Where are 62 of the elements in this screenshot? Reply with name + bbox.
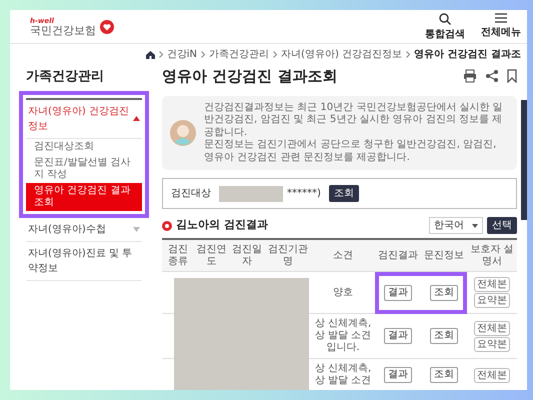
result-button[interactable]: 결과 bbox=[384, 328, 412, 344]
home-icon[interactable] bbox=[146, 50, 155, 58]
submenu-item[interactable]: 문진표/발달선별 검사지 작성 bbox=[26, 154, 142, 182]
chevron-right-icon bbox=[406, 51, 410, 58]
chevron-right-icon bbox=[273, 51, 278, 58]
table-cell: 상 신체계측, 상 발달 소견 bbox=[311, 358, 375, 390]
heart-logo-icon bbox=[100, 20, 114, 34]
submenu-item[interactable]: 영유아 건강검진 결과조회 bbox=[26, 182, 142, 210]
breadcrumb-link[interactable]: 영유아 건강검진 결과조 bbox=[414, 47, 521, 62]
breadcrumb-link[interactable]: 가족건강관리 bbox=[209, 47, 270, 62]
page-title: 영유아 건강검진 결과조회 bbox=[162, 66, 338, 87]
menu-icon bbox=[495, 13, 507, 23]
guide-button[interactable]: 요약본 bbox=[474, 293, 510, 308]
result-button[interactable]: 결과 bbox=[384, 367, 412, 383]
select-button[interactable]: 선택 bbox=[487, 217, 517, 234]
column-header: 검진연도 bbox=[194, 239, 230, 272]
breadcrumb-link[interactable]: 건강iN bbox=[166, 47, 198, 62]
sidebar-item[interactable]: 자녀(영유아)진료 및 투약정보 bbox=[26, 242, 142, 280]
chevron-right-icon bbox=[201, 51, 206, 58]
column-header: 검진일자 bbox=[229, 239, 265, 272]
sidebar-title: 가족건강관리 bbox=[26, 68, 105, 86]
info-text: 건강검진결과정보는 최근 10년간 국민건강보험공단에서 실시한 일반건강검진, 암검진 및 최근 5년간 실시한 영유아 검진의 정보를 제공합니다. bbox=[204, 102, 504, 139]
submenu-item[interactable]: 검진대상조회 bbox=[26, 138, 142, 154]
result-button[interactable]: 결과 bbox=[384, 284, 412, 300]
chevron-right-icon bbox=[158, 51, 163, 58]
redaction-block bbox=[219, 186, 283, 202]
sidebar-item[interactable]: 자녀(영유아)수첩 bbox=[26, 218, 142, 242]
baby-avatar-icon bbox=[170, 120, 196, 146]
language-select[interactable]: 한국어 bbox=[429, 217, 483, 234]
info-text: 문진정보는 검진기관에서 공단으로 청구한 일반건강검진, 암검진, 영유아 건강검진 관련 문진정보를 제공합니다. bbox=[204, 139, 498, 164]
field-label: 검진대상 bbox=[171, 187, 211, 201]
heart-bullet-icon bbox=[162, 220, 172, 230]
search-button[interactable]: 통합검색 bbox=[425, 13, 465, 40]
print-icon[interactable] bbox=[463, 69, 477, 84]
bookmark-icon[interactable] bbox=[507, 69, 517, 84]
column-header: 보호자 설명서 bbox=[467, 239, 517, 272]
table-cell: 상 신체계측, 상 발달 소견 입니다. bbox=[311, 314, 375, 358]
view-button[interactable]: 조회 bbox=[430, 328, 458, 344]
caret-up-icon bbox=[133, 116, 140, 121]
table-cell: 양호 bbox=[311, 272, 375, 314]
column-header: 검진결과 bbox=[374, 239, 422, 272]
column-header: 소견 bbox=[311, 239, 375, 272]
caret-down-icon bbox=[133, 226, 140, 232]
column-header: 검진기관명 bbox=[264, 239, 312, 272]
view-button[interactable]: 조회 bbox=[430, 284, 458, 300]
search-icon bbox=[439, 13, 451, 25]
section-title: 김노아의 검진결과 bbox=[176, 217, 268, 234]
column-header: 검진종류 bbox=[162, 239, 194, 272]
sidebar-item[interactable]: 자녀(영유아) 건강검진정보 bbox=[26, 98, 142, 138]
logo-text: 국민건강보험 bbox=[30, 24, 96, 36]
caret-down-icon bbox=[472, 224, 478, 228]
guide-button[interactable]: 전체본 bbox=[474, 320, 510, 336]
share-icon[interactable] bbox=[485, 69, 499, 84]
breadcrumb-link[interactable]: 자녀(영유아) 건강검진정보 bbox=[281, 47, 402, 62]
view-button[interactable]: 조회 bbox=[430, 367, 458, 383]
masked-id-text: ******) bbox=[287, 187, 321, 201]
column-header: 문진정보 bbox=[421, 239, 468, 272]
menu-button[interactable]: 전체메뉴 bbox=[481, 13, 521, 40]
guide-button[interactable]: 요약본 bbox=[474, 336, 510, 352]
guide-button[interactable]: 전체본 bbox=[474, 368, 510, 382]
guide-button[interactable]: 전체본 bbox=[474, 277, 510, 292]
search-button[interactable]: 조회 bbox=[328, 185, 359, 202]
